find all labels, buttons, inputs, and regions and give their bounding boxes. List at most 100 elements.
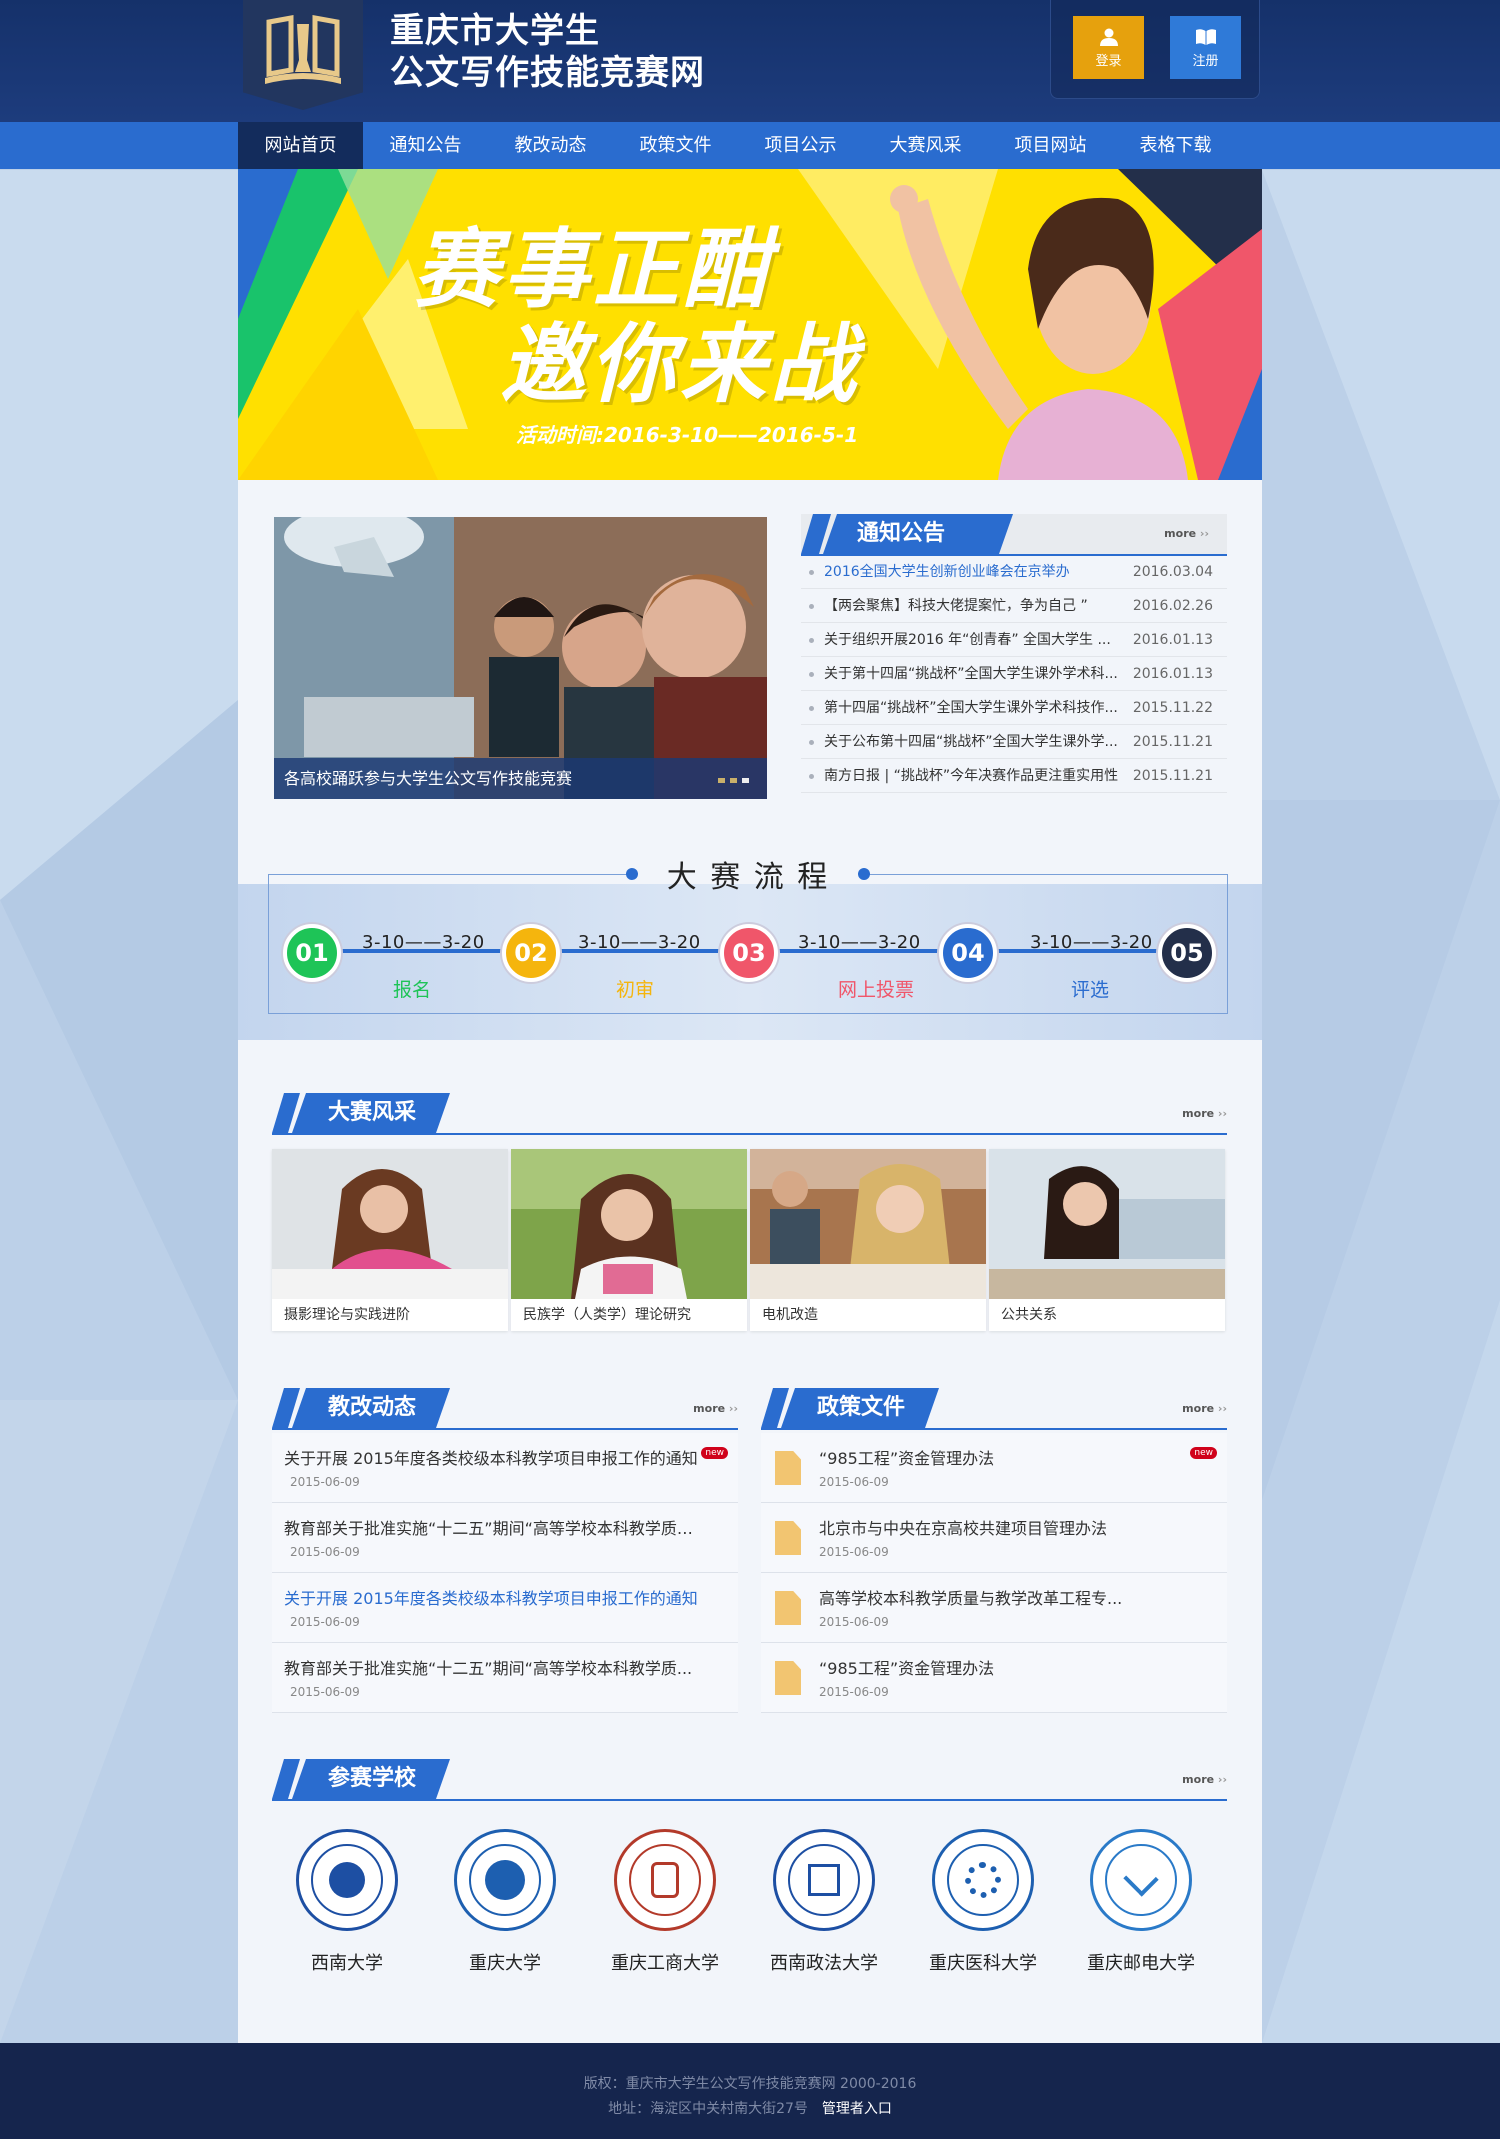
main-nav: 网站首页 通知公告 教改动态 政策文件 项目公示 大赛风采 项目网站 表格下载	[0, 122, 1500, 169]
notice-item[interactable]: 关于公布第十四届“挑战杯”全国大学生课外学... 2015.11.21	[801, 725, 1227, 759]
nav-item-policy[interactable]: 政策文件	[613, 122, 738, 169]
hero-banner[interactable]: 赛事正酣 邀你来战 活动时间:2016-3-10——2016-5-1	[238, 169, 1262, 480]
policy-item-title: “985工程”资金管理办法	[819, 1659, 995, 1678]
login-label: 登录	[1095, 54, 1122, 69]
gallery-caption: 摄影理论与实践进阶	[284, 1307, 410, 1323]
login-button[interactable]: 登录	[1073, 16, 1144, 79]
gallery-caption: 民族学（人类学）理论研究	[523, 1307, 691, 1323]
policy-more-link[interactable]: more ››	[1182, 1402, 1227, 1415]
reform-item[interactable]: 教育部关于批准实施“十二五”期间“高等学校本科教学质... 2015-06-09	[272, 1643, 738, 1713]
gallery-header: 大赛风采 more ››	[272, 1093, 1227, 1135]
nav-item-gallery[interactable]: 大赛风采	[863, 122, 988, 169]
process-step-name: 报名	[393, 979, 432, 1001]
policy-item-date: 2015-06-09	[819, 1545, 889, 1559]
banner-line2: 邀你来战	[500, 315, 860, 415]
notice-item-title: 关于第十四届“挑战杯”全国大学生课外学术科...	[824, 666, 1118, 682]
policy-item[interactable]: “985工程”资金管理办法 2015-06-09	[761, 1643, 1227, 1713]
schools-title: 参赛学校	[292, 1759, 450, 1799]
slider-dot-active[interactable]	[742, 778, 749, 783]
slider-dot[interactable]	[718, 778, 725, 783]
school-seal-icon	[614, 1829, 716, 1931]
notice-item[interactable]: 南方日报 | “挑战杯”今年决赛作品更注重实用性 2015.11.21	[801, 759, 1227, 793]
notice-item-date: 2016.03.04	[1132, 564, 1213, 580]
reform-item[interactable]: 关于开展 2015年度各类校级本科教学项目申报工作的通知 2015-06-09	[272, 1573, 738, 1643]
admin-entry-link[interactable]: 管理者入口	[822, 2101, 892, 2117]
gallery-header-line	[272, 1133, 1227, 1135]
schools-more-link[interactable]: more ››	[1182, 1773, 1227, 1786]
notice-more-link[interactable]: more ››	[1164, 527, 1209, 540]
register-button[interactable]: 注册	[1170, 16, 1241, 79]
school-name: 重庆工商大学	[611, 1953, 719, 1974]
process-step-name: 评选	[1071, 979, 1110, 1001]
notice-item-title: 第十四届“挑战杯”全国大学生课外学术科技作...	[824, 700, 1118, 716]
policy-title: 政策文件	[781, 1388, 939, 1428]
notice-item[interactable]: 第十四届“挑战杯”全国大学生课外学术科技作... 2015.11.22	[801, 691, 1227, 725]
user-icon	[1099, 28, 1118, 46]
register-label: 注册	[1192, 54, 1219, 69]
notice-item-title: 南方日报 | “挑战杯”今年决赛作品更注重实用性	[824, 768, 1119, 784]
process-step-date: 3-10——3-20	[798, 932, 921, 953]
process-step-circle: 02	[502, 924, 560, 982]
footer-copyright: 版权：重庆市大学生公文写作技能竞赛网 2000-2016	[583, 2076, 917, 2092]
school-seal-icon	[932, 1829, 1034, 1931]
gallery-item[interactable]: 摄影理论与实践进阶	[272, 1149, 508, 1331]
process-step-circle: 05	[1158, 924, 1216, 982]
policy-header-line	[761, 1428, 1227, 1430]
gallery-photo	[272, 1149, 508, 1299]
site-logo[interactable]	[243, 0, 363, 110]
document-icon	[775, 1591, 801, 1625]
school-item[interactable]: 西南大学	[272, 1829, 422, 1975]
reform-header-line	[272, 1428, 738, 1430]
notice-item[interactable]: 关于第十四届“挑战杯”全国大学生课外学术科... 2016.01.13	[801, 657, 1227, 691]
site-title: 重庆市大学生 公文写作技能竞赛网	[390, 10, 705, 94]
process-dot-left	[626, 868, 638, 880]
nav-item-notices[interactable]: 通知公告	[363, 122, 488, 169]
school-name: 重庆大学	[469, 1953, 541, 1974]
schools-more-label: more	[1182, 1773, 1215, 1786]
notice-title: 通知公告	[823, 514, 1013, 554]
process-title: 大 赛 流 程	[666, 860, 830, 895]
school-item[interactable]: 重庆大学	[430, 1829, 580, 1975]
slider-dot[interactable]	[730, 778, 737, 783]
policy-item[interactable]: “985工程”资金管理办法 new 2015-06-09	[761, 1433, 1227, 1503]
notice-item[interactable]: 关于组织开展2016 年“创青春” 全国大学生 ... 2016.01.13	[801, 623, 1227, 657]
process-step-circle: 04	[939, 924, 997, 982]
gallery-item[interactable]: 电机改造	[750, 1149, 986, 1331]
schools-header: 参赛学校 more ››	[272, 1759, 1227, 1801]
gallery-item[interactable]: 公共关系	[989, 1149, 1225, 1331]
reform-list: 关于开展 2015年度各类校级本科教学项目申报工作的通知 new 2015-06-0…	[272, 1433, 738, 1713]
process-step-name: 初审	[616, 979, 655, 1001]
nav-item-publicity[interactable]: 项目公示	[738, 122, 863, 169]
double-chevron-icon: ››	[1217, 1773, 1227, 1786]
reform-more-link[interactable]: more ››	[693, 1402, 738, 1415]
reform-item[interactable]: 关于开展 2015年度各类校级本科教学项目申报工作的通知 new 2015-06-0…	[272, 1433, 738, 1503]
school-name: 西南大学	[311, 1953, 383, 1974]
nav-item-home[interactable]: 网站首页	[238, 122, 363, 169]
notice-item[interactable]: 【两会聚焦】科技大佬提案忙，争为自己 ” 2016.02.26	[801, 589, 1227, 623]
policy-item[interactable]: 北京市与中央在京高校共建项目管理办法 2015-06-09	[761, 1503, 1227, 1573]
footer-address-row: 地址：海淀区中关村南大街27号 管理者入口	[0, 2098, 1500, 2118]
nav-item-project-sites[interactable]: 项目网站	[988, 122, 1113, 169]
gallery-item[interactable]: 民族学（人类学）理论研究	[511, 1149, 747, 1331]
reform-item-date: 2015-06-09	[290, 1545, 360, 1559]
school-item[interactable]: 重庆工商大学	[590, 1829, 740, 1975]
policy-item-date: 2015-06-09	[819, 1685, 889, 1699]
school-name: 重庆医科大学	[929, 1953, 1037, 1974]
gallery-more-link[interactable]: more ››	[1182, 1107, 1227, 1120]
notice-item-date: 2016.02.26	[1132, 598, 1213, 614]
notice-item-date: 2015.11.22	[1132, 700, 1213, 716]
school-item[interactable]: 重庆邮电大学	[1066, 1829, 1216, 1975]
nav-item-reform[interactable]: 教改动态	[488, 122, 613, 169]
reform-item[interactable]: 教育部关于批准实施“十二五”期间“高等学校本科教学质量... 2015-06-09	[272, 1503, 738, 1573]
process-step-name: 网上投票	[838, 979, 915, 1001]
policy-item-date: 2015-06-09	[819, 1615, 889, 1629]
notice-item[interactable]: 2016全国大学生创新创业峰会在京举办 2016.03.04	[801, 555, 1227, 589]
process-step-circle: 01	[283, 924, 341, 982]
school-item[interactable]: 西南政法大学	[749, 1829, 899, 1975]
school-item[interactable]: 重庆医科大学	[908, 1829, 1058, 1975]
notice-more-label: more	[1164, 527, 1197, 540]
nav-item-downloads[interactable]: 表格下载	[1113, 122, 1238, 169]
banner-date: 活动时间:2016-3-10——2016-5-1	[516, 423, 859, 447]
photo-slider[interactable]: 各高校踊跃参与大学生公文写作技能竞赛	[274, 517, 767, 799]
policy-item[interactable]: 高等学校本科教学质量与教学改革工程专... 2015-06-09	[761, 1573, 1227, 1643]
